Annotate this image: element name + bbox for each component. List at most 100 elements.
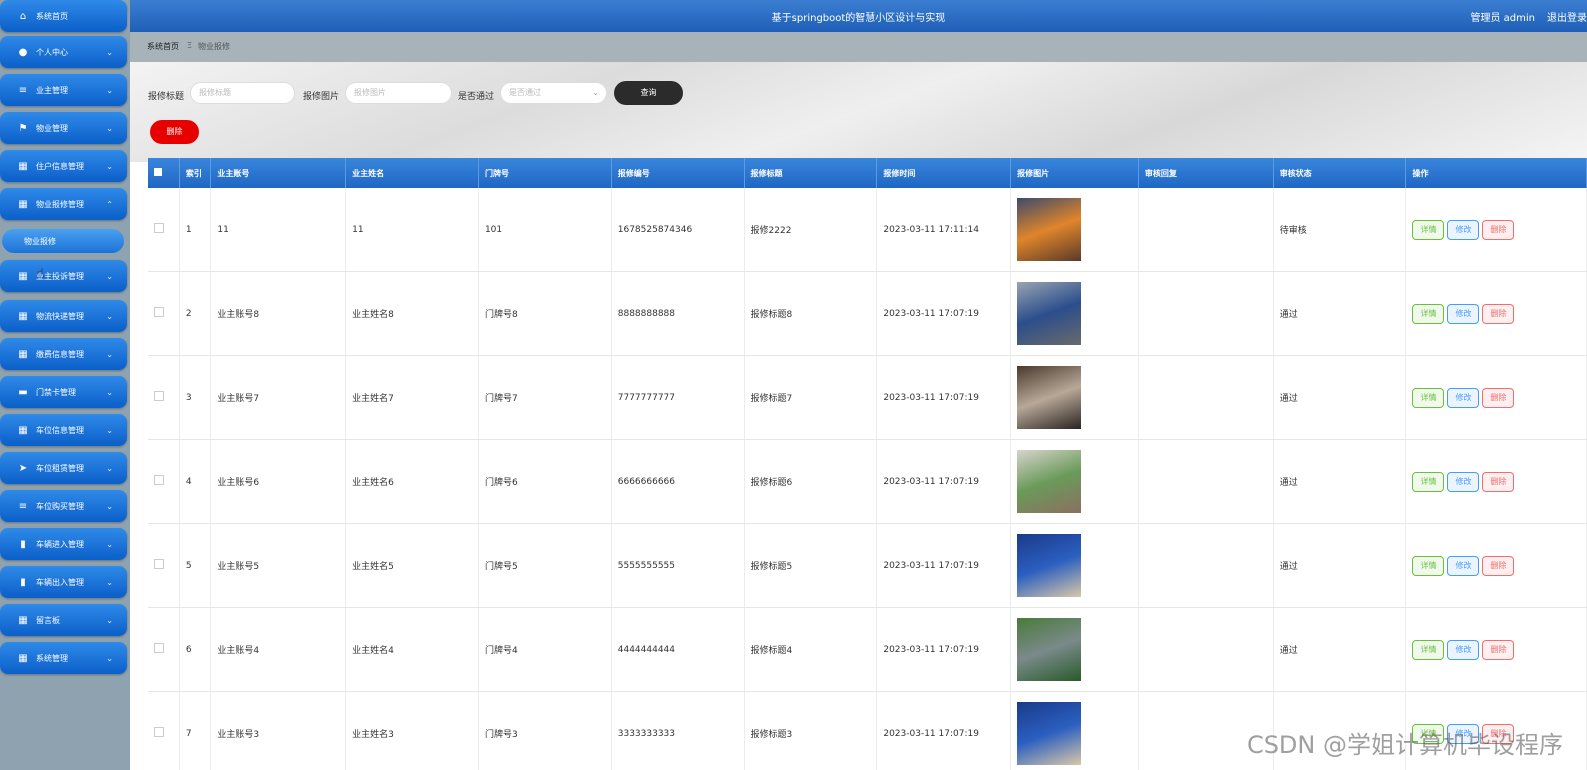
search-pass-select[interactable]: 是否通过 ⌄	[500, 82, 607, 104]
edit-button[interactable]: 修改	[1447, 639, 1480, 660]
row-checkbox-cell[interactable]	[148, 355, 180, 440]
sidebar-item-10[interactable]: ▦ 车位信息管理 ⌄	[0, 414, 127, 446]
sidebar-item-label: 车辆出入管理	[36, 577, 84, 587]
sidebar-item-11[interactable]: ➤ 车位租赁管理 ⌄	[0, 452, 127, 484]
table-row[interactable]: 4 业主账号6 业主姓名6 门牌号6 6666666666 报修标题6 2023-03-11…	[148, 439, 1587, 524]
sidebar-subitem-repair[interactable]: 物业报修	[2, 229, 124, 253]
cell-reply	[1138, 271, 1274, 356]
flag-icon: ⚑	[18, 122, 28, 134]
edit-button[interactable]: 修改	[1447, 471, 1480, 492]
detail-button[interactable]: 详情	[1412, 555, 1445, 576]
table-row[interactable]: 5 业主账号5 业主姓名5 门牌号5 5555555555 报修标题5 2023-03-11…	[148, 523, 1587, 608]
repair-image-thumbnail[interactable]	[1017, 366, 1082, 429]
delete-button[interactable]: 删除	[1482, 639, 1515, 660]
search-bar: 报修标题 报修标题 报修图片 报修图片 是否通过 是否通过 ⌄ 查询 删除	[130, 62, 1587, 157]
bar-chart-icon: ▮	[20, 576, 26, 588]
row-checkbox-cell[interactable]	[148, 439, 180, 524]
breadcrumb-home[interactable]: 系统首页	[147, 41, 179, 52]
detail-button[interactable]: 详情	[1412, 639, 1445, 660]
cell-time: 2023-03-11 17:07:19	[876, 355, 1012, 440]
sidebar-item-2[interactable]: ≡ 业主管理 ⌄	[0, 74, 127, 106]
edit-button[interactable]: 修改	[1447, 555, 1480, 576]
table-row[interactable]: 2 业主账号8 业主姓名8 门牌号8 8888888888 报修标题8 2023-03-11…	[148, 271, 1587, 356]
sidebar-item-1[interactable]: ● 个人中心 ⌄	[0, 36, 127, 68]
cell-image	[1010, 691, 1139, 770]
cell-idx: 7	[179, 691, 212, 770]
table-row[interactable]: 3 业主账号7 业主姓名7 门牌号7 7777777777 报修标题7 2023-03-11…	[148, 355, 1587, 440]
grid-icon: ▦	[18, 614, 28, 626]
column-header: 审核状态	[1273, 158, 1407, 188]
sidebar-item-12[interactable]: ≡ 车位购买管理 ⌄	[0, 490, 127, 522]
repair-image-thumbnail[interactable]	[1017, 702, 1082, 765]
row-checkbox[interactable]	[154, 475, 164, 485]
cell-image	[1010, 355, 1139, 440]
row-checkbox[interactable]	[154, 307, 164, 317]
repair-image-thumbnail[interactable]	[1017, 282, 1082, 345]
repair-image-thumbnail[interactable]	[1017, 618, 1082, 681]
checkbox-icon[interactable]	[154, 168, 162, 176]
cell-time: 2023-03-11 17:07:19	[876, 439, 1012, 524]
row-checkbox[interactable]	[154, 643, 164, 653]
sidebar-item-6[interactable]: ▦ 业主投诉管理 ⌄	[0, 260, 127, 292]
select-all-checkbox[interactable]	[148, 158, 180, 188]
sidebar-item-7[interactable]: ▦ 物流快递管理 ⌄	[0, 300, 127, 332]
breadcrumb-current: 物业报修	[198, 42, 230, 51]
delete-button[interactable]: 删除	[1482, 471, 1515, 492]
chevron-icon: ⌄	[106, 387, 113, 397]
detail-button[interactable]: 详情	[1412, 471, 1445, 492]
sidebar-item-3[interactable]: ⚑ 物业管理 ⌄	[0, 112, 127, 144]
repair-image-thumbnail[interactable]	[1017, 450, 1082, 513]
table-row[interactable]: 1 11 11 101 1678525874346 报修2222 2023-03-11 17…	[148, 188, 1587, 272]
repair-image-thumbnail[interactable]	[1017, 198, 1082, 261]
sidebar-item-0[interactable]: ⌂ 系统首页	[0, 0, 127, 32]
detail-button[interactable]: 详情	[1412, 303, 1445, 324]
cell-idx: 2	[179, 271, 212, 356]
sidebar-item-label: 车辆进入管理	[36, 539, 84, 549]
sidebar-item-9[interactable]: ▬ 门禁卡管理 ⌄	[0, 376, 127, 408]
bar-chart-icon: ▮	[20, 538, 26, 550]
search-title-input[interactable]: 报修标题	[190, 82, 295, 104]
logout-link[interactable]: 退出登录	[1547, 13, 1587, 24]
sidebar-item-5[interactable]: ▦ 物业报修管理 ⌃	[0, 188, 127, 220]
app-title: 基于springboot的智慧小区设计与实现	[771, 13, 946, 24]
delete-button[interactable]: 删除	[1482, 303, 1515, 324]
sidebar-item-4[interactable]: ▦ 住户信息管理 ⌄	[0, 150, 127, 182]
row-checkbox-cell[interactable]	[148, 691, 180, 770]
row-checkbox[interactable]	[154, 559, 164, 569]
detail-button[interactable]: 详情	[1412, 219, 1445, 240]
cell-image	[1010, 523, 1139, 608]
query-button[interactable]: 查询	[614, 81, 683, 105]
row-checkbox-cell[interactable]	[148, 188, 180, 272]
row-checkbox[interactable]	[154, 223, 164, 233]
edit-button[interactable]: 修改	[1447, 303, 1480, 324]
row-checkbox[interactable]	[154, 727, 164, 737]
sidebar-item-16[interactable]: ▦ 系统管理 ⌄	[0, 642, 127, 674]
cell-door: 门牌号7	[478, 355, 612, 440]
edit-button[interactable]: 修改	[1447, 387, 1480, 408]
row-checkbox[interactable]	[154, 391, 164, 401]
sidebar-item-13[interactable]: ▮ 车辆进入管理 ⌄	[0, 528, 127, 560]
delete-button[interactable]: 删除	[1482, 555, 1515, 576]
search-image-input[interactable]: 报修图片	[345, 82, 452, 104]
grid-icon: ▦	[18, 270, 28, 282]
chevron-icon: ⌄	[106, 501, 113, 511]
sidebar-item-label: 业主管理	[36, 85, 68, 95]
table-row[interactable]: 6 业主账号4 业主姓名4 门牌号4 4444444444 报修标题4 2023-03-11…	[148, 607, 1587, 692]
sidebar-item-15[interactable]: ▦ 留言板 ⌄	[0, 604, 127, 636]
cell-reply	[1138, 439, 1274, 524]
edit-button[interactable]: 修改	[1447, 219, 1480, 240]
row-checkbox-cell[interactable]	[148, 523, 180, 608]
sidebar-item-8[interactable]: ▦ 缴费信息管理 ⌄	[0, 338, 127, 370]
sidebar-item-14[interactable]: ▮ 车辆出入管理 ⌄	[0, 566, 127, 598]
chevron-icon: ⌄	[106, 311, 113, 321]
cell-reply	[1138, 355, 1274, 440]
chevron-icon: ⌄	[106, 271, 113, 281]
delete-button[interactable]: 删除	[1482, 387, 1515, 408]
cell-name: 业主姓名4	[345, 607, 479, 692]
batch-delete-button[interactable]: 删除	[150, 120, 199, 144]
repair-image-thumbnail[interactable]	[1017, 534, 1082, 597]
row-checkbox-cell[interactable]	[148, 271, 180, 356]
delete-button[interactable]: 删除	[1482, 219, 1515, 240]
detail-button[interactable]: 详情	[1412, 387, 1445, 408]
row-checkbox-cell[interactable]	[148, 607, 180, 692]
